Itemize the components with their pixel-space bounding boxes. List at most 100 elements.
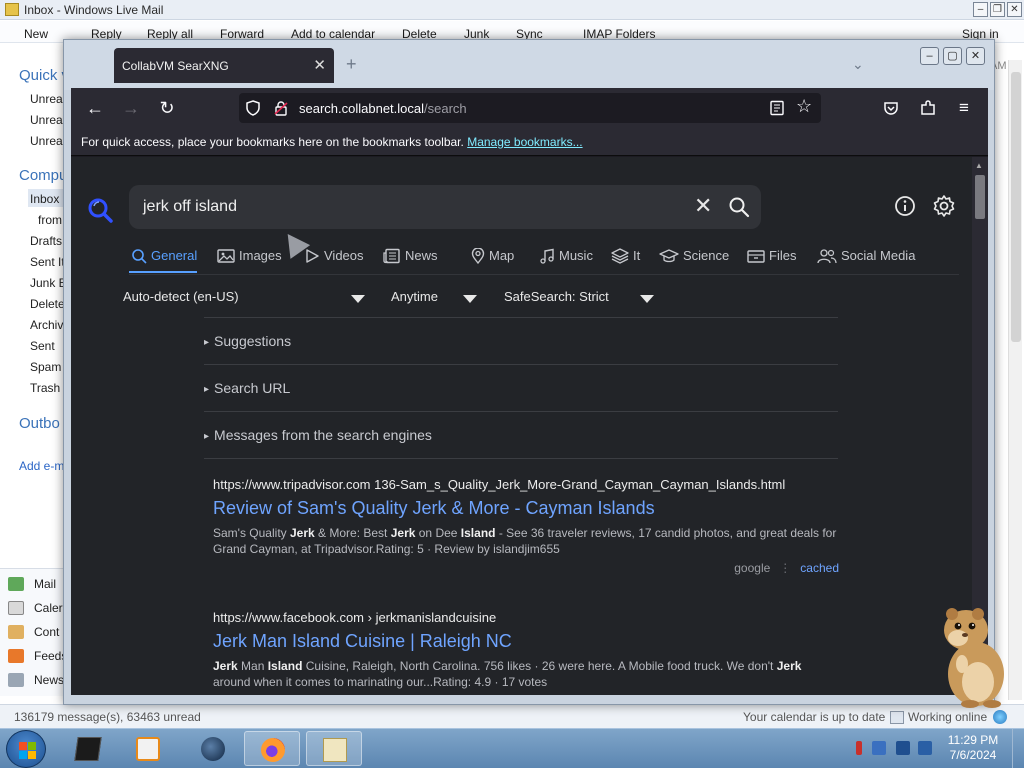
search-input[interactable]: jerk off island ✕: [129, 185, 761, 229]
suggestions-toggle[interactable]: Suggestions: [204, 317, 838, 363]
quick-view-item[interactable]: Unrea: [30, 134, 63, 148]
menu-hamburger-icon[interactable]: ≡: [953, 97, 975, 119]
address-bar[interactable]: search.collabnet.local/search ☆: [239, 93, 821, 123]
manage-bookmarks-link[interactable]: Manage bookmarks...: [467, 135, 582, 149]
quick-view-item[interactable]: Unrea: [30, 92, 63, 106]
graduation-cap-icon: [659, 249, 679, 263]
shield-icon[interactable]: [245, 100, 261, 116]
tab-close-icon[interactable]: ✕: [313, 56, 326, 74]
new-tab-icon[interactable]: +: [346, 54, 357, 75]
close-button[interactable]: ✕: [966, 47, 985, 65]
notification-flag-icon[interactable]: [856, 741, 862, 755]
tab-map[interactable]: Map: [471, 247, 514, 265]
reader-view-icon[interactable]: [769, 100, 785, 116]
nav-mail[interactable]: Mail: [8, 577, 56, 597]
wlm-scrollbar[interactable]: [1008, 60, 1022, 700]
result-url[interactable]: https://www.facebook.com › jerkmanisland…: [213, 610, 839, 625]
nav-calendar[interactable]: Caler: [8, 601, 63, 621]
result-title[interactable]: Jerk Man Island Cuisine | Raleigh NC: [213, 631, 839, 652]
tray-app-icon[interactable]: [872, 741, 886, 755]
new-button[interactable]: New: [24, 27, 48, 41]
tab-general[interactable]: General: [131, 248, 197, 264]
folder-trash[interactable]: Trash: [30, 381, 60, 395]
close-button[interactable]: ✕: [1007, 2, 1022, 17]
start-button[interactable]: [6, 730, 46, 768]
result-url[interactable]: https://www.tripadvisor.com 136-Sam_s_Qu…: [213, 477, 839, 492]
wlm-status-bar: 136179 message(s), 63463 unread Your cal…: [0, 704, 1024, 728]
url-text[interactable]: search.collabnet.local/search: [299, 101, 467, 116]
nav-contacts[interactable]: Cont: [8, 625, 59, 645]
taskbar-app-media-player[interactable]: [120, 731, 176, 766]
nav-newsgroups[interactable]: News: [8, 673, 64, 693]
tab-searxng[interactable]: CollabVM SearXNG ✕: [114, 48, 334, 83]
account-heading[interactable]: Compu: [19, 167, 67, 184]
search-query[interactable]: jerk off island: [143, 198, 237, 216]
maximize-button[interactable]: ❐: [990, 2, 1005, 17]
result-title[interactable]: Review of Sam's Quality Jerk & More - Ca…: [213, 498, 839, 519]
quick-views-heading[interactable]: Quick v: [19, 67, 69, 84]
minimize-button[interactable]: –: [920, 47, 939, 65]
taskbar-app-mail[interactable]: [306, 731, 362, 766]
network-icon[interactable]: [896, 741, 910, 755]
folder-sent-items[interactable]: Sent It: [30, 255, 65, 269]
taskbar-app-firefox[interactable]: [244, 731, 300, 766]
show-desktop-button[interactable]: [1012, 729, 1024, 768]
search-url-toggle[interactable]: Search URL: [204, 364, 838, 410]
folder-junk[interactable]: Junk E: [30, 276, 67, 290]
folder-deleted[interactable]: Delete: [30, 297, 65, 311]
nav-feeds[interactable]: Feeds: [8, 649, 67, 669]
minimize-button[interactable]: –: [973, 2, 988, 17]
list-tabs-chevron-icon[interactable]: ⌄: [852, 56, 864, 73]
folder-drafts[interactable]: Drafts: [30, 234, 62, 248]
search-result: https://www.tripadvisor.com 136-Sam_s_Qu…: [213, 477, 839, 575]
folder-inbox[interactable]: Inbox: [30, 192, 59, 206]
scrollbar-thumb[interactable]: [1011, 72, 1021, 342]
search-icon: [132, 249, 147, 264]
mail-icon: [323, 738, 347, 762]
tab-videos[interactable]: Videos: [304, 248, 364, 264]
tab-news[interactable]: News: [383, 248, 438, 264]
maximize-button[interactable]: ▢: [943, 47, 962, 65]
tab-images[interactable]: Images: [217, 248, 282, 264]
searxng-logo-icon[interactable]: [87, 197, 113, 223]
chevron-down-icon[interactable]: [351, 295, 365, 303]
tab-files[interactable]: Files: [747, 248, 796, 264]
tab-social-media[interactable]: Social Media: [817, 248, 915, 264]
pocket-icon[interactable]: [883, 100, 899, 116]
quick-view-item[interactable]: Unrea: [30, 113, 63, 127]
forward-arrow-icon[interactable]: →: [120, 97, 142, 119]
chevron-down-icon[interactable]: [640, 295, 654, 303]
safesearch-select[interactable]: SafeSearch: Strict: [504, 289, 609, 304]
chevron-down-icon[interactable]: [463, 295, 477, 303]
bookmark-star-icon[interactable]: ☆: [796, 96, 812, 117]
lock-icon[interactable]: [273, 100, 289, 116]
reload-icon[interactable]: ↻: [156, 97, 178, 119]
extensions-icon[interactable]: [919, 99, 937, 117]
tab-it[interactable]: It: [611, 248, 640, 264]
language-select[interactable]: Auto-detect (en-US): [123, 289, 239, 304]
folder-archive[interactable]: Archiv: [30, 318, 63, 332]
cached-link[interactable]: cached: [800, 561, 839, 575]
folder-sent[interactable]: Sent: [30, 339, 55, 353]
add-email-link[interactable]: Add e-m: [19, 459, 64, 473]
clock[interactable]: 11:29 PM 7/6/2024: [938, 733, 1008, 763]
scroll-up-icon[interactable]: ▲: [975, 161, 983, 170]
back-arrow-icon[interactable]: ←: [84, 97, 106, 119]
contacts-icon: [8, 625, 24, 639]
tab-music[interactable]: Music: [539, 248, 593, 264]
taskbar-app-browser[interactable]: [185, 731, 241, 766]
engine-messages-toggle[interactable]: Messages from the search engines: [204, 411, 838, 457]
outbox-heading[interactable]: Outbo: [19, 415, 60, 432]
result-engine: google: [734, 561, 771, 575]
search-icon[interactable]: [727, 195, 751, 219]
clear-search-icon[interactable]: ✕: [694, 193, 712, 219]
time-range-select[interactable]: Anytime: [391, 289, 438, 304]
volume-icon[interactable]: [918, 741, 932, 755]
info-icon[interactable]: [893, 194, 917, 218]
folder-spam[interactable]: Spam: [30, 360, 61, 374]
tab-science[interactable]: Science: [659, 248, 729, 264]
folder-from[interactable]: from: [38, 213, 62, 227]
taskbar-app-terminal[interactable]: [60, 731, 116, 766]
settings-gear-icon[interactable]: [932, 194, 956, 218]
scrollbar-thumb[interactable]: [975, 175, 985, 219]
